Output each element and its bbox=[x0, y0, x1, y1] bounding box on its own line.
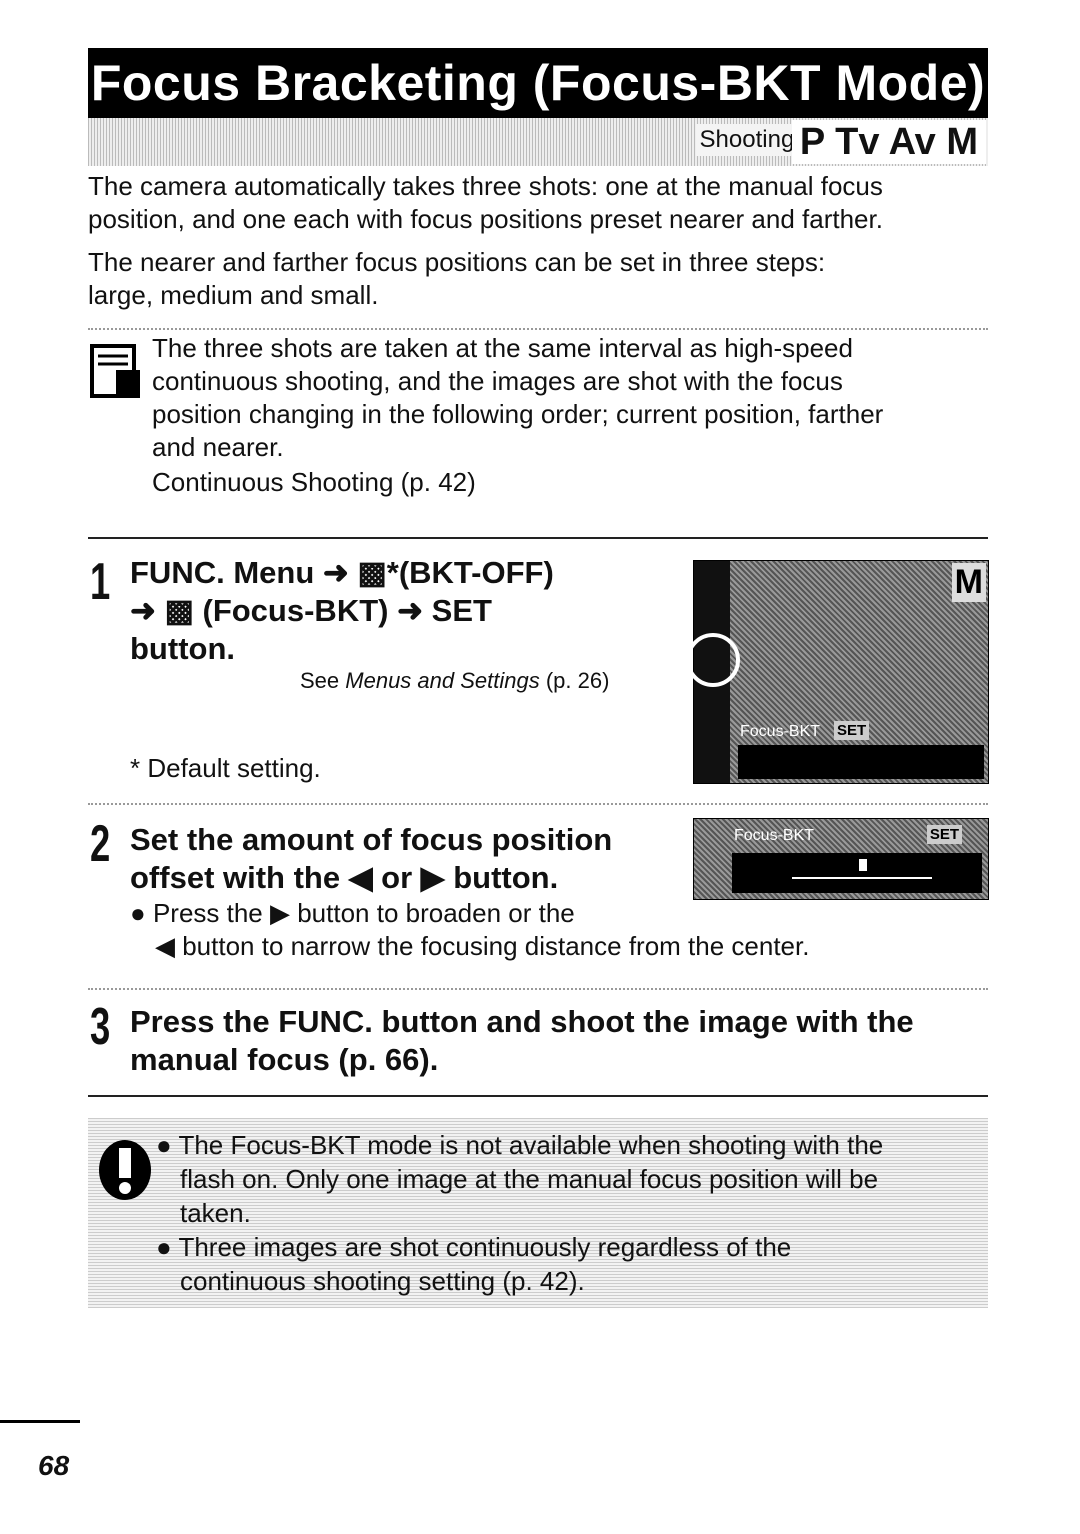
page-number: 68 bbox=[38, 1450, 70, 1481]
step-3-heading: Press the FUNC. button and shoot the ima… bbox=[130, 1003, 914, 1079]
page-title: Focus Bracketing (Focus-BKT Mode) bbox=[88, 48, 988, 118]
highlight-circle bbox=[686, 633, 740, 687]
bullet-continuation: ◀ button to narrow the focusing distance… bbox=[155, 931, 810, 961]
note-text: The three shots are taken at the same in… bbox=[152, 332, 883, 499]
step-number: 1 bbox=[90, 553, 111, 611]
text: (p. 26) bbox=[539, 668, 610, 693]
heading-line: FUNC. Menu ➜ ▩*(BKT-OFF) bbox=[130, 555, 554, 590]
caution-item: ● The Focus-BKT mode is not available wh… bbox=[156, 1130, 884, 1296]
reference-title: Menus and Settings bbox=[345, 668, 540, 693]
bullet: ● Press the ▶ button to broaden or the bbox=[130, 898, 575, 928]
text-line: The camera automatically takes three sho… bbox=[88, 171, 883, 201]
slider-marker bbox=[859, 859, 867, 871]
manual-page: Focus Bracketing (Focus-BKT Mode) Shooti… bbox=[0, 0, 1080, 1534]
divider bbox=[88, 537, 988, 539]
heading-line: button. bbox=[130, 631, 236, 666]
step-number: 2 bbox=[90, 815, 111, 873]
text-line: position changing in the following order… bbox=[152, 399, 884, 429]
text: flash on. Only one image at the manual f… bbox=[180, 1164, 879, 1194]
note-icon bbox=[90, 342, 144, 400]
divider bbox=[88, 988, 988, 990]
note-reference: Continuous Shooting (p. 42) bbox=[152, 467, 476, 497]
footer-rule bbox=[0, 1420, 80, 1423]
text-line: large, medium and small. bbox=[88, 280, 379, 310]
footnote: * Default setting. bbox=[130, 753, 321, 783]
screen-label: Focus-BKT bbox=[734, 827, 815, 844]
divider bbox=[88, 1095, 988, 1097]
mode-m-icon: M bbox=[951, 563, 986, 602]
step-number: 3 bbox=[90, 998, 111, 1056]
text: taken. bbox=[180, 1198, 251, 1228]
heading-line: offset with the ◀ or ▶ button. bbox=[130, 860, 559, 895]
text: See bbox=[300, 668, 346, 693]
caution-box: ● The Focus-BKT mode is not available wh… bbox=[88, 1118, 988, 1308]
step-1-heading: FUNC. Menu ➜ ▩*(BKT-OFF) ➜ ▩ (Focus-BKT) … bbox=[130, 554, 554, 668]
caution-icon bbox=[98, 1136, 152, 1200]
text: Press the ▶ button to broaden or the bbox=[152, 898, 575, 928]
camera-screen-menu: M Focus-BKT SET bbox=[686, 560, 989, 784]
shooting-modes: P Tv Av M bbox=[791, 120, 986, 164]
heading-line: ➜ ▩ (Focus-BKT) ➜ SET bbox=[130, 593, 492, 628]
see-reference: See Menus and Settings (p. 26) bbox=[300, 668, 609, 694]
text-line: The nearer and farther focus positions c… bbox=[88, 247, 826, 277]
divider bbox=[88, 328, 988, 330]
set-icon: SET bbox=[926, 825, 962, 844]
slider-track bbox=[792, 877, 932, 879]
heading-line: Set the amount of focus position bbox=[130, 822, 613, 857]
text-line: and nearer. bbox=[152, 432, 284, 462]
heading-line: Press the FUNC. button and shoot the ima… bbox=[130, 1004, 914, 1039]
text: The Focus-BKT mode is not available when… bbox=[178, 1130, 884, 1160]
intro-paragraph-2: The nearer and farther focus positions c… bbox=[88, 246, 825, 312]
set-icon: SET bbox=[834, 721, 870, 740]
screen-label: Focus-BKT bbox=[740, 723, 821, 740]
offset-slider bbox=[732, 853, 982, 893]
divider bbox=[88, 803, 988, 805]
intro-paragraph-1: The camera automatically takes three sho… bbox=[88, 170, 883, 236]
text-line: The three shots are taken at the same in… bbox=[152, 333, 853, 363]
camera-screen-offset: Focus-BKT SET bbox=[693, 818, 989, 900]
text: Three images are shot continuously regar… bbox=[178, 1232, 792, 1262]
step-2-heading: Set the amount of focus position offset w… bbox=[130, 821, 612, 897]
text-line: continuous shooting, and the images are … bbox=[152, 366, 843, 396]
heading-line: manual focus (p. 66). bbox=[130, 1042, 439, 1077]
option-bar bbox=[738, 745, 984, 779]
text: continuous shooting setting (p. 42). bbox=[180, 1266, 585, 1296]
text-line: position, and one each with focus positi… bbox=[88, 204, 883, 234]
